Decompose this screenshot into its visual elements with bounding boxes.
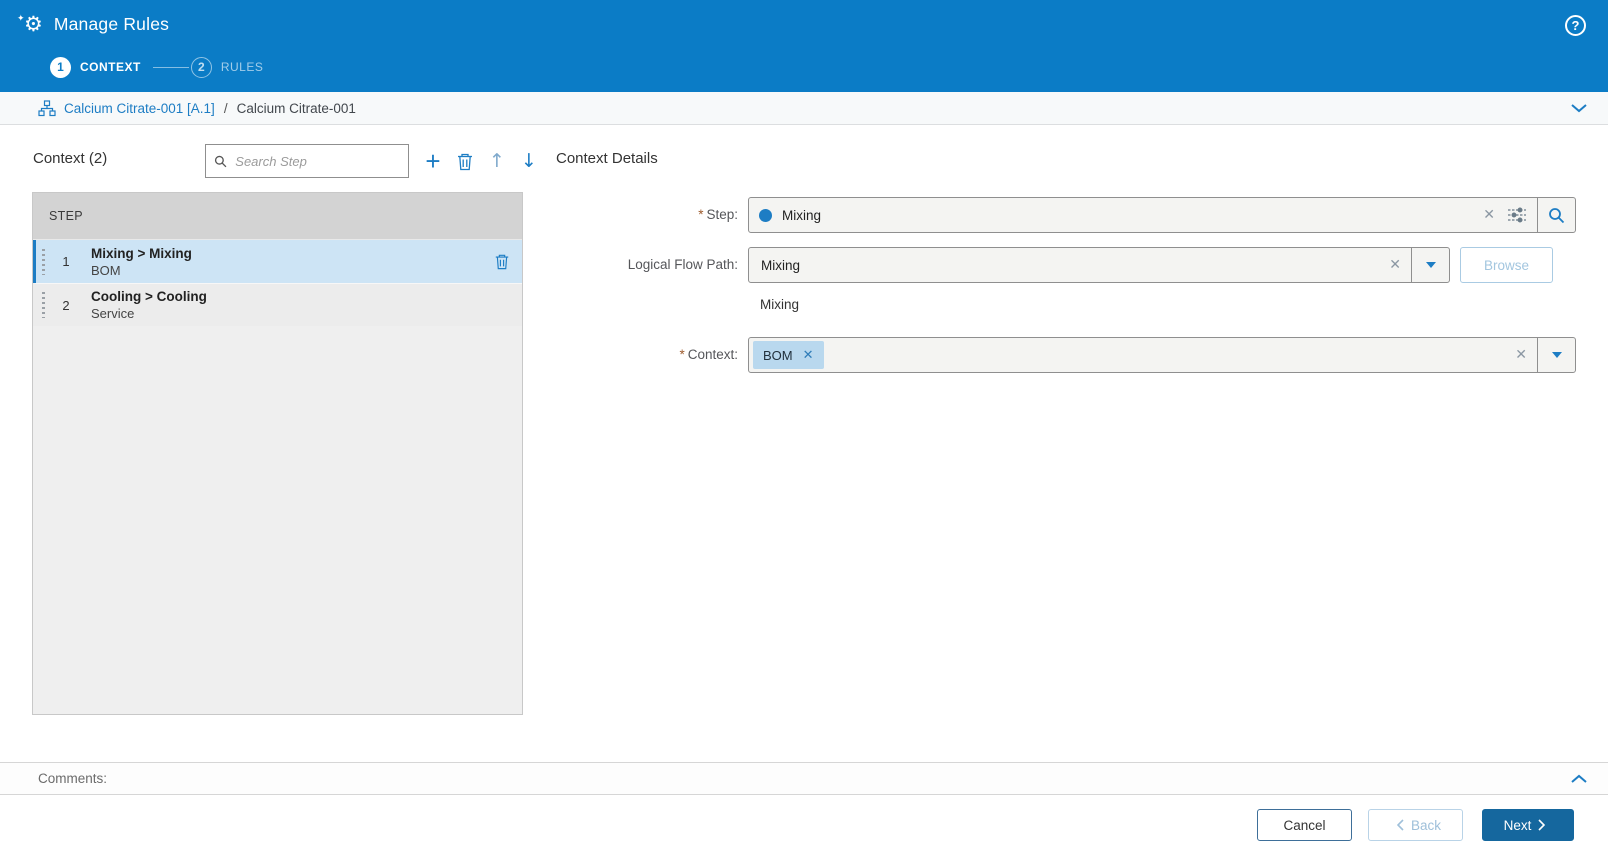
- delete-step-button[interactable]: [449, 152, 481, 171]
- comments-label: Comments:: [38, 771, 108, 786]
- row-index: 2: [62, 297, 70, 313]
- row-subtitle: Service: [91, 306, 135, 321]
- comments-bar: Comments:: [0, 762, 1608, 795]
- selected-path-text: Mixing: [760, 297, 800, 312]
- page-title: Manage Rules: [53, 13, 170, 34]
- step-2-indicator[interactable]: 2: [190, 56, 212, 78]
- drag-handle[interactable]: [42, 292, 45, 318]
- breadcrumb-current: Calcium Citrate-001: [236, 100, 356, 116]
- header: ⚙ ✦ Manage Rules ? 1 CONTEXT 2 RULES: [0, 0, 1608, 92]
- search-icon: [214, 155, 227, 167]
- step-table: STEP 1 Mixing > Mixing BOM 2 Cooling > C…: [32, 192, 523, 715]
- add-step-button[interactable]: +: [417, 148, 449, 174]
- sparkle-icon: ✦: [17, 14, 25, 24]
- context-list-title: Context (2): [33, 150, 108, 167]
- required-marker: *: [698, 207, 704, 222]
- row-subtitle: BOM: [91, 262, 121, 278]
- context-field[interactable]: BOM ✕ ✕: [748, 337, 1576, 373]
- help-button[interactable]: ?: [1565, 15, 1586, 36]
- step-1-label: CONTEXT: [80, 60, 141, 74]
- details-title: Context Details: [556, 150, 658, 167]
- context-chip: BOM ✕: [753, 341, 824, 369]
- required-marker: *: [679, 347, 685, 362]
- context-field-label: * Context:: [679, 347, 738, 362]
- breadcrumb-separator: /: [223, 100, 228, 116]
- list-toolbar: + ↑ ↓: [417, 144, 545, 178]
- row-delete-button[interactable]: [494, 253, 510, 270]
- search-icon: [1549, 207, 1565, 223]
- breadcrumb: Calcium Citrate-001 [A.1] / Calcium Citr…: [0, 92, 1608, 125]
- lfp-field-label: Logical Flow Path:: [627, 257, 738, 272]
- clear-icon: ✕: [1483, 207, 1495, 223]
- step-field[interactable]: Mixing ✕: [748, 197, 1576, 233]
- step-1-indicator[interactable]: 1: [50, 56, 71, 78]
- step-clear-button[interactable]: ✕: [1473, 207, 1505, 223]
- clear-icon: ✕: [1389, 257, 1401, 273]
- gear-icon: ⚙ ✦: [17, 13, 43, 35]
- context-dropdown-button[interactable]: [1537, 338, 1575, 372]
- step-search-button[interactable]: [1537, 198, 1575, 232]
- step-row-1[interactable]: 1 Mixing > Mixing BOM: [33, 240, 522, 283]
- context-list-panel: Context (2) + ↑ ↓ STEP 1 Mixing > Mixing: [32, 141, 537, 715]
- step-field-label: * Step:: [698, 207, 738, 222]
- move-down-button[interactable]: ↓: [513, 150, 545, 172]
- row-title: Mixing > Mixing: [91, 245, 192, 261]
- clear-icon: ✕: [1515, 347, 1527, 363]
- close-icon: ✕: [802, 347, 814, 363]
- chip-remove-button[interactable]: ✕: [803, 348, 814, 363]
- next-button[interactable]: Next: [1482, 809, 1574, 841]
- step-field-value: Mixing: [782, 207, 822, 223]
- chevron-left-icon: [1396, 819, 1404, 831]
- caret-down-icon: [1425, 262, 1436, 268]
- chip-label: BOM: [763, 347, 793, 363]
- back-button[interactable]: Back: [1368, 809, 1463, 841]
- wizard-steps: 1 CONTEXT 2 RULES: [50, 56, 263, 78]
- breadcrumb-link[interactable]: Calcium Citrate-001 [A.1]: [64, 101, 215, 116]
- chevron-up-icon: [1571, 774, 1587, 783]
- cancel-button[interactable]: Cancel: [1257, 809, 1352, 841]
- browse-button[interactable]: Browse: [1460, 247, 1553, 283]
- breadcrumb-expand-button[interactable]: [1570, 103, 1588, 113]
- trash-icon: [458, 153, 472, 170]
- comments-collapse-button[interactable]: [1570, 774, 1588, 784]
- sliders-icon: [1508, 207, 1526, 223]
- chevron-right-icon: [1538, 819, 1546, 831]
- step-row-2[interactable]: 2 Cooling > Cooling Service: [33, 283, 522, 326]
- lfp-clear-button[interactable]: ✕: [1379, 257, 1411, 273]
- chevron-down-icon: [1571, 104, 1587, 113]
- caret-down-icon: [1551, 352, 1562, 358]
- context-clear-button[interactable]: ✕: [1505, 347, 1537, 363]
- trash-icon: [495, 254, 509, 270]
- footer: Cancel Back Next: [0, 796, 1608, 856]
- search-input[interactable]: [235, 153, 400, 169]
- arrow-up-icon: ↑: [489, 150, 505, 172]
- row-title: Cooling > Cooling: [91, 289, 207, 304]
- arrow-down-icon: ↓: [521, 150, 537, 172]
- step-2-label: RULES: [220, 60, 264, 74]
- help-icon: ?: [1571, 18, 1580, 33]
- move-up-button[interactable]: ↑: [481, 150, 513, 172]
- logical-flow-path-field[interactable]: Mixing ✕: [748, 247, 1450, 283]
- step-column-header: STEP: [33, 193, 522, 240]
- search-box: [205, 144, 409, 178]
- step-filter-button[interactable]: [1505, 207, 1537, 223]
- plus-icon: +: [425, 146, 441, 176]
- context-details-panel: Context Details * Step: Mixing ✕ Logical …: [555, 141, 1576, 741]
- drag-handle[interactable]: [42, 248, 45, 275]
- step-connector: [152, 66, 189, 68]
- row-index: 1: [62, 254, 70, 269]
- structure-icon: [38, 99, 56, 116]
- manage-rules-dialog: ⚙ ✦ Manage Rules ? 1 CONTEXT 2 RULES Calc…: [0, 0, 1608, 856]
- status-dot-icon: [759, 208, 772, 222]
- lfp-dropdown-button[interactable]: [1411, 248, 1449, 282]
- lfp-field-value: Mixing: [761, 257, 801, 273]
